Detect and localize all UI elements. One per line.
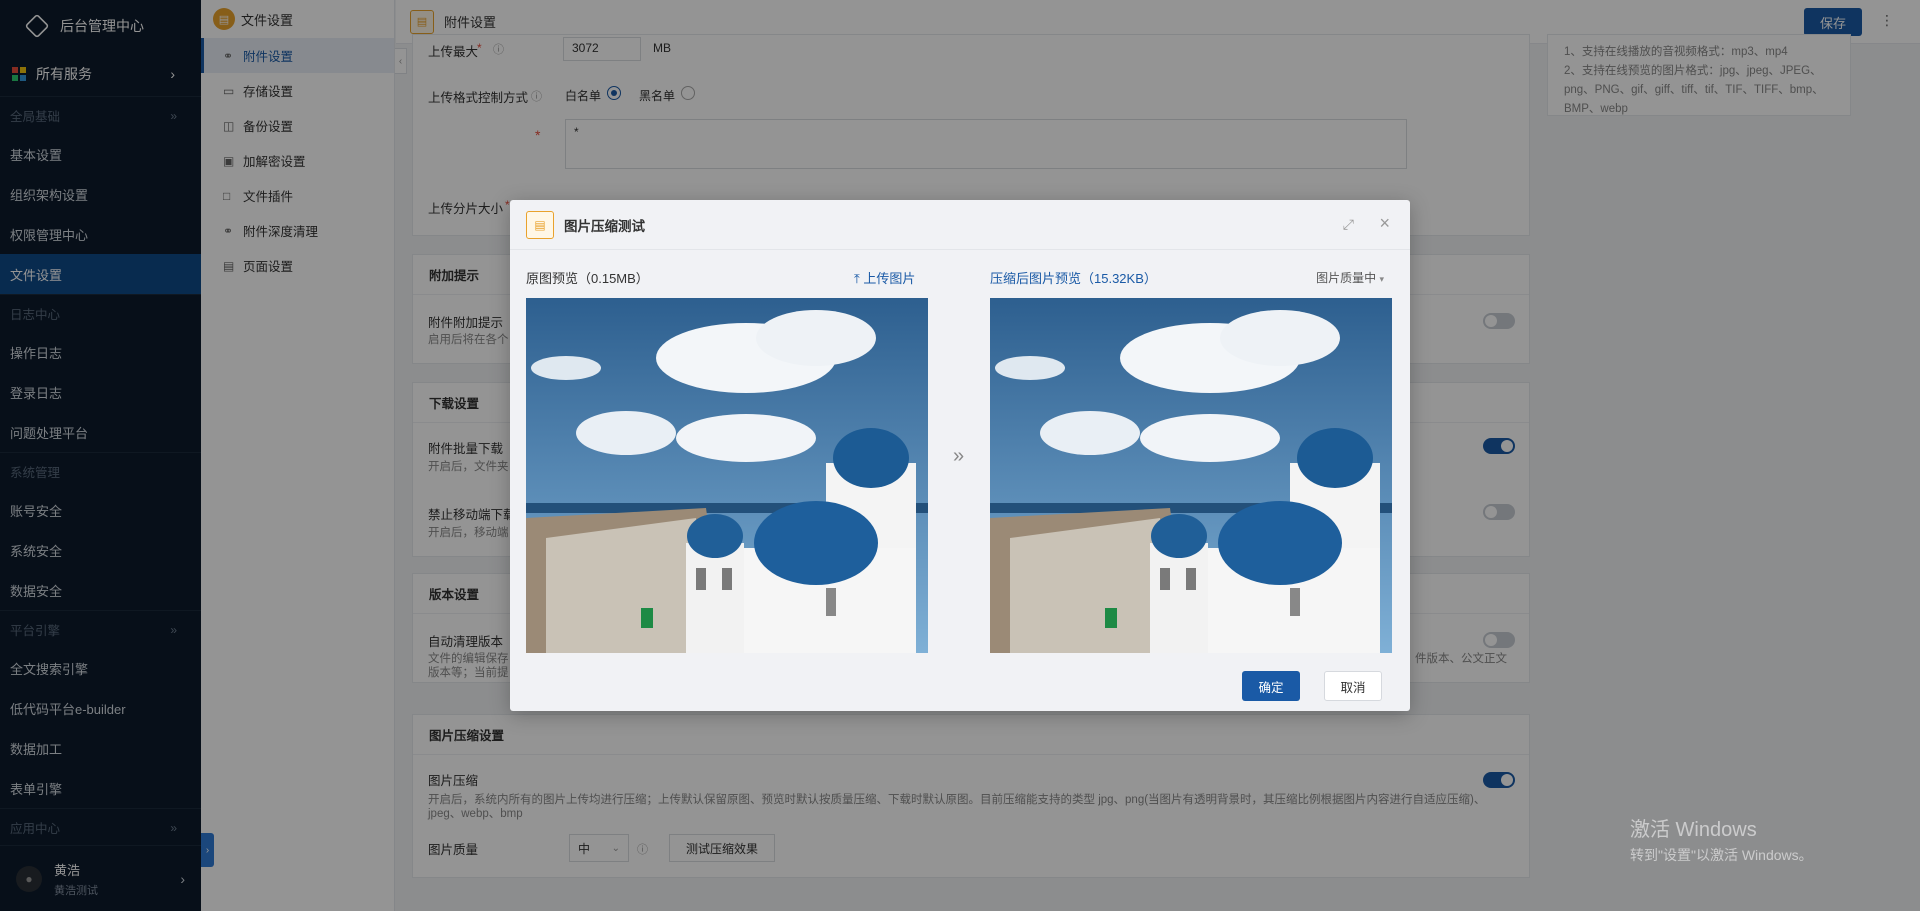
original-image — [526, 298, 928, 653]
cancel-button[interactable]: 取消 — [1324, 671, 1382, 701]
quality-dropdown-label: 图片质量中 — [1316, 271, 1377, 285]
windows-activation-watermark: 激活 Windows 转到"设置"以激活 Windows。 — [1630, 813, 1813, 865]
compressed-preview-label: 压缩后图片预览（15.32KB） — [990, 271, 1157, 286]
caret-down-icon: ▾ — [1379, 274, 1384, 284]
upload-image-button[interactable]: ⤒ 上传图片 — [854, 268, 915, 287]
quality-dropdown[interactable]: 图片质量中 ▾ — [1316, 269, 1384, 286]
watermark-line: 转到"设置"以激活 Windows。 — [1630, 847, 1813, 863]
upload-icon: ⤒ — [854, 271, 860, 286]
compressed-image — [990, 298, 1392, 653]
close-icon[interactable]: × — [1379, 213, 1390, 234]
dialog-title: 图片压缩测试 — [564, 218, 645, 234]
double-chevron-right-icon: » — [953, 445, 965, 467]
watermark-line: 激活 Windows — [1630, 819, 1757, 841]
expand-icon[interactable]: ⤢ — [1343, 216, 1354, 233]
upload-image-label: 上传图片 — [863, 271, 916, 286]
compress-test-dialog: ▤ 图片压缩测试 ⤢ × 原图预览（0.15MB） ⤒ 上传图片 压缩后图片预览… — [510, 200, 1410, 711]
santorini-photo — [526, 298, 928, 653]
dialog-header: ▤ 图片压缩测试 ⤢ × — [510, 200, 1410, 250]
confirm-button[interactable]: 确定 — [1242, 671, 1300, 701]
original-preview-label: 原图预览（0.15MB） — [526, 271, 649, 286]
image-file-icon: ▤ — [526, 210, 554, 239]
santorini-photo-compressed — [990, 298, 1392, 653]
